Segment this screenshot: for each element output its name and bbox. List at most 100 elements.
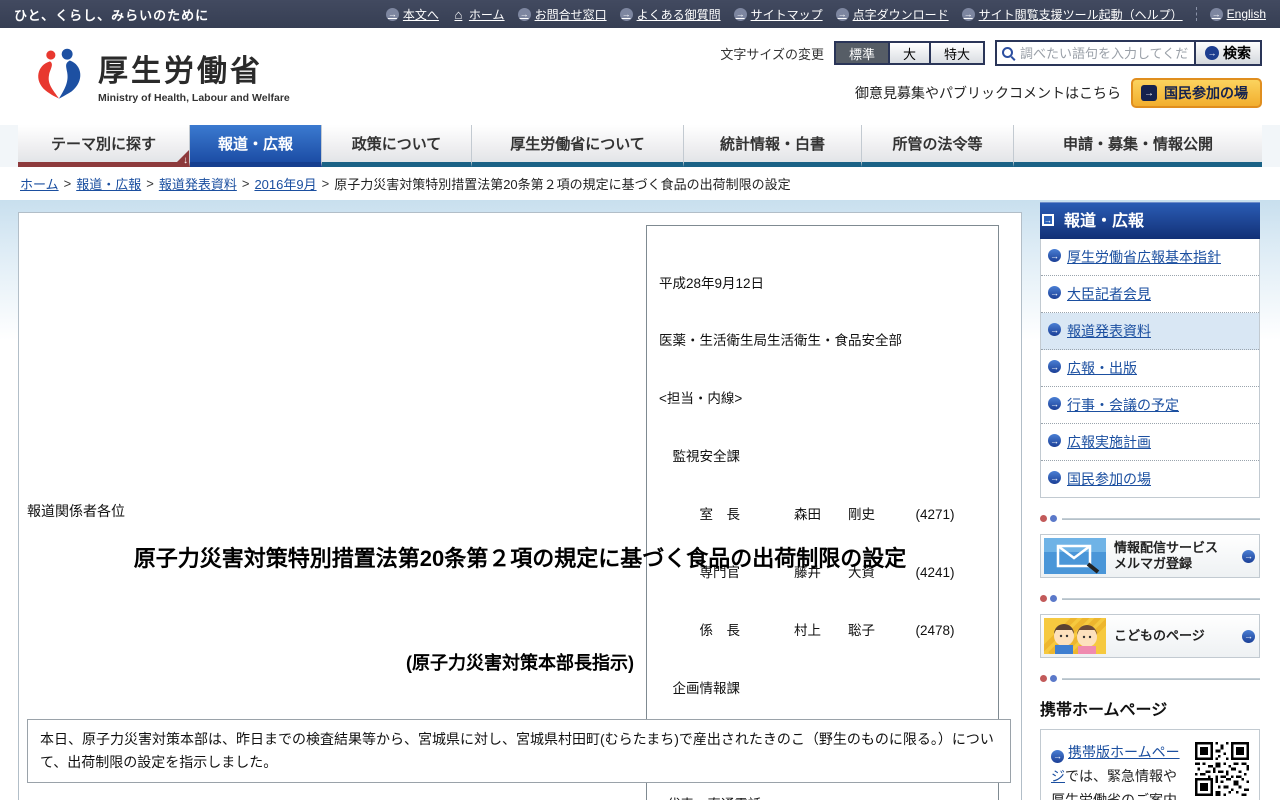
- arrow-circle-icon: [1048, 249, 1061, 262]
- arrow-circle-icon: [961, 7, 975, 21]
- arrow-circle-icon: [1048, 471, 1061, 484]
- mobile-homepage-box: 携帯版ホームページでは、緊急情報や厚生労働省のご案内などを掲載しています。: [1040, 729, 1260, 800]
- global-navigation: テーマ別に探す ↓ 報道・広報 政策について 厚生労働省について 統計情報・白書…: [0, 125, 1280, 167]
- blue-dot-icon: [1050, 515, 1057, 522]
- tab-policies[interactable]: 政策について: [322, 125, 472, 167]
- link-braille-download[interactable]: 点字ダウンロード: [835, 6, 949, 23]
- contact-line: 室 長 森田 剛史 (4271): [659, 507, 955, 523]
- font-size-switcher: 標準 大 特大: [833, 41, 985, 65]
- search-icon: [1002, 46, 1016, 60]
- red-dot-icon: [1040, 675, 1047, 682]
- sidebar-header-press-pr[interactable]: 報道・広報: [1040, 202, 1260, 239]
- arrow-circle-icon: [1242, 549, 1255, 563]
- separator-line: [1062, 517, 1260, 520]
- arrow-circle-icon: [1048, 397, 1061, 410]
- sidebar-item-events-schedule[interactable]: 行事・会議の予定: [1041, 387, 1259, 424]
- public-participation-button[interactable]: 国民参加の場: [1131, 78, 1262, 108]
- contact-line: 係 長 村上 聡子 (2478): [659, 622, 955, 638]
- banner-label: こどものページ: [1114, 627, 1205, 643]
- blue-dot-icon: [1050, 675, 1057, 682]
- site-search: 検索: [995, 40, 1262, 66]
- qr-code: [1195, 742, 1249, 796]
- contact-line: 医薬・生活衛生局生活衛生・食品安全部: [659, 333, 902, 349]
- sidebar-item-pr-publications[interactable]: 広報・出版: [1041, 350, 1259, 387]
- link-faq[interactable]: よくある御質問: [619, 6, 721, 23]
- down-arrow-icon: ↓: [183, 155, 188, 166]
- tab-laws[interactable]: 所管の法令等: [862, 125, 1014, 167]
- sidebar-item-public-participation[interactable]: 国民参加の場: [1041, 461, 1259, 497]
- kids-page-banner[interactable]: こどものページ: [1040, 614, 1260, 658]
- sidebar-item-pr-policy[interactable]: 厚生労働省広報基本指針: [1041, 239, 1259, 276]
- main-content-panel: 平成28年9月12日 医薬・生活衛生局生活衛生・食品安全部 <担当・内線> 監視…: [18, 212, 1022, 800]
- breadcrumb-month[interactable]: 2016年9月: [254, 174, 316, 193]
- contact-line: <担当・内線>: [659, 391, 743, 407]
- sidebar-item-minister-press-conference[interactable]: 大臣記者会見: [1041, 276, 1259, 313]
- sidebar-separator: [1040, 595, 1260, 602]
- mhlw-logo[interactable]: 厚生労働省 Ministry of Health, Labour and Wel…: [30, 46, 290, 104]
- arrow-square-icon: [1042, 214, 1054, 226]
- mobile-homepage-heading: 携帯ホームページ: [1040, 702, 1168, 719]
- separator-line: [1062, 677, 1260, 680]
- breadcrumb-press-pr[interactable]: 報道・広報: [76, 174, 141, 193]
- breadcrumb-press-releases[interactable]: 報道発表資料: [159, 174, 237, 193]
- tab-search-by-theme[interactable]: テーマ別に探す ↓: [18, 125, 190, 167]
- tab-press-pr[interactable]: 報道・広報: [190, 125, 322, 167]
- arrow-circle-icon: [1051, 749, 1064, 763]
- sidebar-separator: [1040, 515, 1260, 522]
- link-to-main-content[interactable]: 本文へ: [385, 6, 439, 23]
- arrow-circle-icon: [1048, 360, 1061, 373]
- site-tagline: ひと、くらし、みらいのために: [14, 7, 210, 23]
- arrow-circle-icon: [835, 7, 849, 21]
- red-dot-icon: [1040, 515, 1047, 522]
- utility-links: 本文へ ホーム お問合せ窓口 よくある御質問 サイトマップ 点字ダウンロード サ…: [385, 6, 1266, 23]
- font-size-standard-button[interactable]: 標準: [835, 43, 888, 63]
- contact-line: <代表・直通電話>: [659, 795, 986, 800]
- search-input[interactable]: [1016, 45, 1194, 61]
- arrow-circle-icon: [1048, 286, 1061, 299]
- page-title: 原子力災害対策特別措置法第20条第２項の規定に基づく食品の出荷制限の設定: [133, 546, 907, 571]
- home-icon: [452, 8, 465, 21]
- sidebar-item-press-releases[interactable]: 報道発表資料: [1041, 313, 1259, 350]
- arrow-circle-icon: [385, 7, 399, 21]
- page-subtitle: (原子力災害対策本部長指示): [406, 653, 634, 673]
- link-home[interactable]: ホーム: [452, 6, 505, 23]
- sidebar-menu: 厚生労働省広報基本指針 大臣記者会見 報道発表資料 広報・出版 行事・会議の予定…: [1040, 239, 1260, 498]
- arrow-circle-icon: [1205, 46, 1219, 60]
- ministry-name-english: Ministry of Health, Labour and Welfare: [98, 92, 290, 104]
- arrow-circle-icon: [733, 7, 747, 21]
- contact-line: 企画情報課: [659, 680, 740, 696]
- link-contact[interactable]: お問合せ窓口: [517, 6, 607, 23]
- font-size-xlarge-button[interactable]: 特大: [928, 43, 983, 63]
- contact-line: 監視安全課: [659, 449, 740, 465]
- tab-statistics[interactable]: 統計情報・白書: [684, 125, 862, 167]
- breadcrumb-home[interactable]: ホーム: [20, 174, 59, 193]
- mhlw-logo-mark: [38, 48, 81, 99]
- red-dot-icon: [1040, 595, 1047, 602]
- link-english[interactable]: English: [1195, 7, 1266, 21]
- sidebar: 報道・広報 厚生労働省広報基本指針 大臣記者会見 報道発表資料 広報・出版 行事…: [1040, 202, 1260, 800]
- kids-image: [1044, 618, 1106, 654]
- sidebar-separator: [1040, 675, 1260, 682]
- arrow-circle-icon: [1048, 434, 1061, 447]
- font-size-large-button[interactable]: 大: [887, 43, 929, 63]
- tab-about-mhlw[interactable]: 厚生労働省について: [472, 125, 684, 167]
- mail-magazine-banner[interactable]: 情報配信サービス メルマガ登録: [1040, 534, 1260, 578]
- arrow-square-icon: [1141, 85, 1157, 101]
- logo-text: 厚生労働省 Ministry of Health, Labour and Wel…: [98, 46, 290, 104]
- link-accessibility-tool[interactable]: サイト閲覧支援ツール起動（ヘルプ）: [961, 6, 1183, 23]
- top-utility-bar: ひと、くらし、みらいのために 本文へ ホーム お問合せ窓口 よくある御質問 サイ…: [0, 0, 1280, 28]
- arrow-circle-icon: [1209, 7, 1223, 21]
- arrow-circle-icon: [1242, 629, 1255, 643]
- link-sitemap[interactable]: サイトマップ: [733, 6, 823, 23]
- ministry-name: 厚生労働省: [98, 55, 263, 88]
- font-size-label: 文字サイズの変更: [720, 46, 824, 62]
- envelope-image: [1044, 538, 1106, 574]
- sidebar-item-pr-implementation-plan[interactable]: 広報実施計画: [1041, 424, 1259, 461]
- arrow-circle-icon: [619, 7, 633, 21]
- public-comment-text: 御意見募集やパブリックコメントはこちら: [855, 85, 1121, 101]
- tab-applications[interactable]: 申請・募集・情報公開: [1014, 125, 1262, 167]
- announcement-body: 本日、原子力災害対策本部は、昨日までの検査結果等から、宮城県に対し、宮城県村田町…: [27, 719, 1011, 783]
- mobile-homepage-text: では、緊急情報や厚生労働省のご案内などを掲載しています。: [1051, 768, 1177, 800]
- arrow-circle-icon: [517, 7, 531, 21]
- search-button[interactable]: 検索: [1194, 42, 1260, 64]
